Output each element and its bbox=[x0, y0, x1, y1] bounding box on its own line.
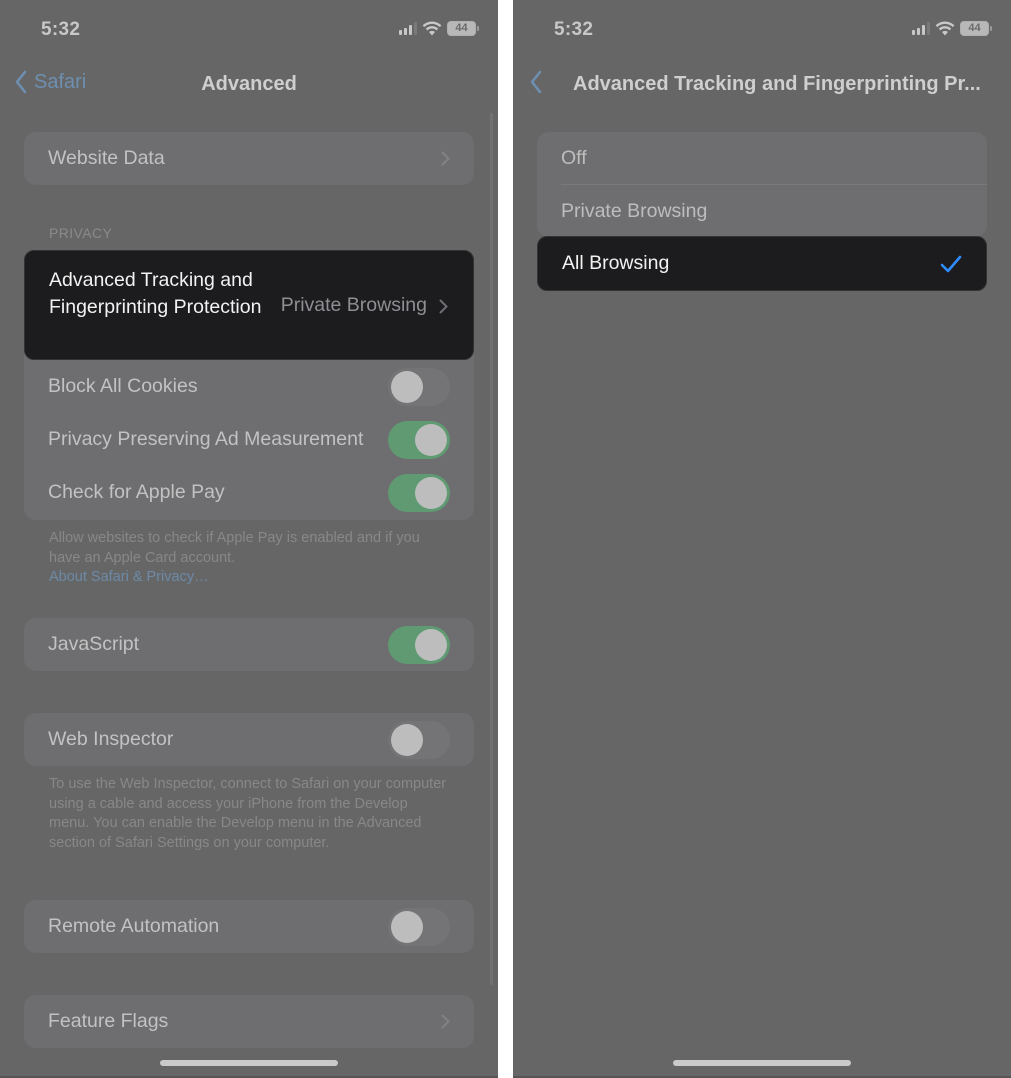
block-all-cookies-toggle[interactable] bbox=[388, 367, 450, 406]
status-bar: 5:32 44 bbox=[0, 0, 498, 60]
remote-automation-group: Remote Automation bbox=[24, 900, 474, 953]
privacy-section-header: PRIVACY bbox=[49, 225, 113, 241]
option-all-browsing[interactable]: All Browsing bbox=[537, 236, 987, 291]
javascript-row: JavaScript bbox=[24, 618, 474, 671]
web-inspector-label: Web Inspector bbox=[48, 728, 174, 750]
web-inspector-group: Web Inspector bbox=[24, 713, 474, 766]
about-safari-privacy-link[interactable]: About Safari & Privacy… bbox=[49, 568, 448, 588]
feature-flags-group: Feature Flags bbox=[24, 995, 474, 1048]
website-data-label: Website Data bbox=[48, 147, 165, 169]
battery-icon: 44 bbox=[447, 21, 479, 36]
remote-automation-row: Remote Automation bbox=[24, 900, 474, 953]
remote-automation-label: Remote Automation bbox=[48, 915, 220, 937]
checkmark-icon bbox=[940, 255, 962, 272]
block-all-cookies-row: Block All Cookies bbox=[24, 360, 474, 413]
javascript-group: JavaScript bbox=[24, 618, 474, 671]
web-inspector-footer: To use the Web Inspector, connect to Saf… bbox=[49, 776, 447, 851]
home-indicator[interactable] bbox=[673, 1060, 851, 1066]
wifi-icon bbox=[422, 21, 442, 36]
page-title: Advanced bbox=[201, 73, 297, 95]
privacy-ad-measurement-row: Privacy Preserving Ad Measurement bbox=[24, 413, 474, 466]
cellular-signal-icon bbox=[399, 22, 417, 35]
option-private-browsing-label: Private Browsing bbox=[561, 200, 708, 222]
protection-options-list: Off Private Browsing bbox=[537, 132, 987, 237]
feature-flags-row[interactable]: Feature Flags bbox=[24, 995, 474, 1048]
back-button[interactable] bbox=[529, 70, 543, 94]
navigation-bar: Advanced Tracking and Fingerprinting Pr.… bbox=[513, 60, 1011, 110]
wifi-icon bbox=[935, 21, 955, 36]
status-time: 5:32 bbox=[41, 19, 81, 40]
website-data-row[interactable]: Website Data bbox=[24, 132, 474, 185]
apple-pay-footer: Allow websites to check if Apple Pay is … bbox=[49, 529, 448, 588]
navigation-bar: Safari Advanced bbox=[0, 60, 498, 110]
javascript-label: JavaScript bbox=[48, 633, 140, 655]
privacy-ad-measurement-toggle[interactable] bbox=[388, 420, 450, 459]
check-apple-pay-row: Check for Apple Pay bbox=[24, 466, 474, 519]
battery-icon: 44 bbox=[960, 21, 992, 36]
web-inspector-toggle[interactable] bbox=[388, 720, 450, 759]
apple-pay-footer-text: Allow websites to check if Apple Pay is … bbox=[49, 530, 420, 566]
option-all-browsing-label: All Browsing bbox=[562, 252, 670, 274]
advanced-settings-screen: 5:32 44 Safari Advanced Website Data PRI… bbox=[0, 0, 498, 1078]
website-data-group: Website Data bbox=[24, 132, 474, 185]
home-indicator[interactable] bbox=[160, 1060, 338, 1066]
chevron-left-icon bbox=[530, 70, 542, 94]
status-icons: 44 bbox=[399, 21, 479, 36]
option-private-browsing[interactable]: Private Browsing bbox=[537, 185, 987, 238]
option-off-label: Off bbox=[561, 147, 587, 169]
tracking-protection-row[interactable]: Advanced Tracking and Fingerprinting Pro… bbox=[24, 250, 474, 360]
page-title: Advanced Tracking and Fingerprinting Pr.… bbox=[573, 73, 981, 95]
status-bar: 5:32 44 bbox=[513, 0, 1011, 60]
feature-flags-label: Feature Flags bbox=[48, 1010, 169, 1032]
check-apple-pay-toggle[interactable] bbox=[388, 473, 450, 512]
tracking-protection-screen: 5:32 44 Advanced Tracking and Fingerprin… bbox=[513, 0, 1011, 1078]
tracking-protection-label: Advanced Tracking and Fingerprinting Pro… bbox=[49, 269, 262, 318]
status-icons: 44 bbox=[912, 21, 992, 36]
cellular-signal-icon bbox=[912, 22, 930, 35]
remote-automation-toggle[interactable] bbox=[388, 907, 450, 946]
javascript-toggle[interactable] bbox=[388, 625, 450, 664]
block-all-cookies-label: Block All Cookies bbox=[48, 375, 198, 397]
check-apple-pay-label: Check for Apple Pay bbox=[48, 481, 225, 503]
option-off[interactable]: Off bbox=[537, 132, 987, 185]
chevron-right-icon bbox=[441, 151, 450, 166]
scrollbar[interactable] bbox=[490, 113, 493, 985]
status-time: 5:32 bbox=[554, 19, 594, 40]
privacy-ad-measurement-label: Privacy Preserving Ad Measurement bbox=[48, 428, 364, 450]
tracking-protection-value: Private Browsing bbox=[280, 294, 427, 316]
chevron-right-icon bbox=[439, 299, 448, 314]
chevron-right-icon bbox=[441, 1014, 450, 1029]
web-inspector-row: Web Inspector bbox=[24, 713, 474, 766]
